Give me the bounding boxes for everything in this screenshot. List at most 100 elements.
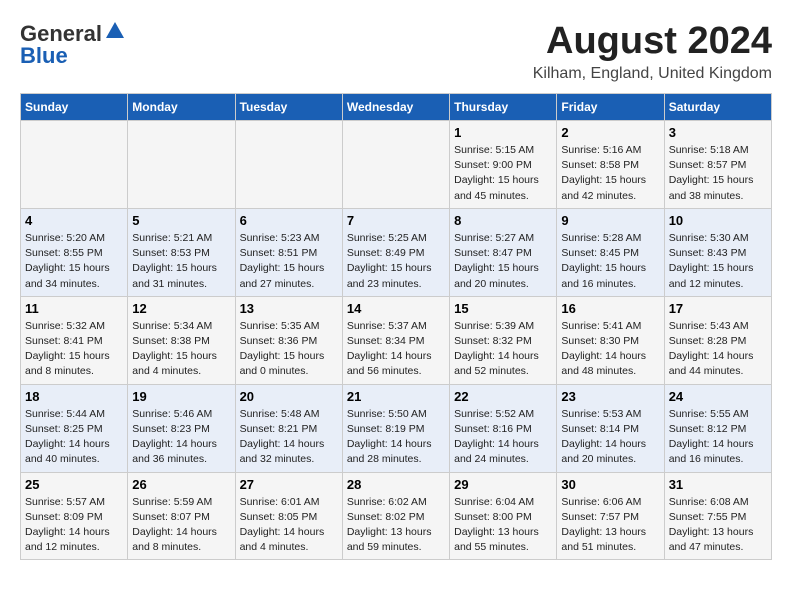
calendar-cell: 19 Sunrise: 5:46 AM Sunset: 8:23 PM Dayli… (128, 384, 235, 472)
day-number: 23 (561, 389, 659, 404)
calendar-cell (128, 121, 235, 209)
day-info: Sunrise: 5:25 AM Sunset: 8:49 PM Dayligh… (347, 231, 445, 292)
day-number: 27 (240, 477, 338, 492)
week-row-1: 1 Sunrise: 5:15 AM Sunset: 9:00 PM Daylig… (21, 121, 772, 209)
day-info: Sunrise: 6:01 AM Sunset: 8:05 PM Dayligh… (240, 495, 338, 556)
calendar-cell: 30Sunrise: 6:06 AM Sunset: 7:57 PM Dayli… (557, 472, 664, 560)
day-info: Sunrise: 5:27 AM Sunset: 8:47 PM Dayligh… (454, 231, 552, 292)
day-number: 11 (25, 301, 123, 316)
day-number: 12 (132, 301, 230, 316)
week-row-3: 11 Sunrise: 5:32 AM Sunset: 8:41 PM Dayli… (21, 296, 772, 384)
calendar-cell: 11 Sunrise: 5:32 AM Sunset: 8:41 PM Dayli… (21, 296, 128, 384)
day-number: 13 (240, 301, 338, 316)
day-number: 9 (561, 213, 659, 228)
day-info: Sunrise: 5:44 AM Sunset: 8:25 PM Dayligh… (25, 407, 123, 468)
day-number: 7 (347, 213, 445, 228)
day-number: 25 (25, 477, 123, 492)
calendar-cell: 23 Sunrise: 5:53 AM Sunset: 8:14 PM Dayli… (557, 384, 664, 472)
day-info: Sunrise: 5:53 AM Sunset: 8:14 PM Dayligh… (561, 407, 659, 468)
logo-blue-text: Blue (20, 43, 68, 69)
week-row-4: 18 Sunrise: 5:44 AM Sunset: 8:25 PM Dayli… (21, 384, 772, 472)
day-number: 17 (669, 301, 767, 316)
day-info: Sunrise: 6:02 AM Sunset: 8:02 PM Dayligh… (347, 495, 445, 556)
calendar-cell: 18 Sunrise: 5:44 AM Sunset: 8:25 PM Dayli… (21, 384, 128, 472)
day-info: Sunrise: 5:15 AM Sunset: 9:00 PM Dayligh… (454, 143, 552, 204)
col-header-saturday: Saturday (664, 94, 771, 121)
day-number: 15 (454, 301, 552, 316)
day-number: 14 (347, 301, 445, 316)
day-number: 18 (25, 389, 123, 404)
day-info: Sunrise: 5:46 AM Sunset: 8:23 PM Dayligh… (132, 407, 230, 468)
day-info: Sunrise: 5:16 AM Sunset: 8:58 PM Dayligh… (561, 143, 659, 204)
calendar-cell: 12 Sunrise: 5:34 AM Sunset: 8:38 PM Dayli… (128, 296, 235, 384)
subtitle: Kilham, England, United Kingdom (533, 65, 772, 83)
calendar-cell: 25 Sunrise: 5:57 AM Sunset: 8:09 PM Dayli… (21, 472, 128, 560)
calendar-cell: 14 Sunrise: 5:37 AM Sunset: 8:34 PM Dayli… (342, 296, 449, 384)
calendar-cell (235, 121, 342, 209)
day-info: Sunrise: 5:32 AM Sunset: 8:41 PM Dayligh… (25, 319, 123, 380)
calendar-cell: 28 Sunrise: 6:02 AM Sunset: 8:02 PM Dayli… (342, 472, 449, 560)
day-info: Sunrise: 5:23 AM Sunset: 8:51 PM Dayligh… (240, 231, 338, 292)
calendar-cell (342, 121, 449, 209)
col-header-monday: Monday (128, 94, 235, 121)
calendar-cell: 26 Sunrise: 5:59 AM Sunset: 8:07 PM Dayli… (128, 472, 235, 560)
week-row-5: 25 Sunrise: 5:57 AM Sunset: 8:09 PM Dayli… (21, 472, 772, 560)
day-info: Sunrise: 5:59 AM Sunset: 8:07 PM Dayligh… (132, 495, 230, 556)
day-number: 10 (669, 213, 767, 228)
calendar-cell: 31Sunrise: 6:08 AM Sunset: 7:55 PM Dayli… (664, 472, 771, 560)
day-info: Sunrise: 5:37 AM Sunset: 8:34 PM Dayligh… (347, 319, 445, 380)
day-info: Sunrise: 5:52 AM Sunset: 8:16 PM Dayligh… (454, 407, 552, 468)
day-number: 29 (454, 477, 552, 492)
col-header-tuesday: Tuesday (235, 94, 342, 121)
calendar-cell: 16Sunrise: 5:41 AM Sunset: 8:30 PM Dayli… (557, 296, 664, 384)
col-header-thursday: Thursday (450, 94, 557, 121)
day-number: 24 (669, 389, 767, 404)
day-number: 19 (132, 389, 230, 404)
day-info: Sunrise: 6:04 AM Sunset: 8:00 PM Dayligh… (454, 495, 552, 556)
calendar-cell: 3 Sunrise: 5:18 AM Sunset: 8:57 PM Daylig… (664, 121, 771, 209)
day-number: 22 (454, 389, 552, 404)
col-header-friday: Friday (557, 94, 664, 121)
calendar-cell: 22 Sunrise: 5:52 AM Sunset: 8:16 PM Dayli… (450, 384, 557, 472)
day-number: 26 (132, 477, 230, 492)
calendar-cell: 17Sunrise: 5:43 AM Sunset: 8:28 PM Dayli… (664, 296, 771, 384)
calendar-cell: 2 Sunrise: 5:16 AM Sunset: 8:58 PM Daylig… (557, 121, 664, 209)
day-info: Sunrise: 5:20 AM Sunset: 8:55 PM Dayligh… (25, 231, 123, 292)
calendar-cell: 27 Sunrise: 6:01 AM Sunset: 8:05 PM Dayli… (235, 472, 342, 560)
day-number: 2 (561, 125, 659, 140)
day-info: Sunrise: 5:30 AM Sunset: 8:43 PM Dayligh… (669, 231, 767, 292)
logo: General Blue (20, 20, 126, 69)
calendar-cell: 13Sunrise: 5:35 AM Sunset: 8:36 PM Dayli… (235, 296, 342, 384)
day-info: Sunrise: 5:55 AM Sunset: 8:12 PM Dayligh… (669, 407, 767, 468)
day-info: Sunrise: 6:06 AM Sunset: 7:57 PM Dayligh… (561, 495, 659, 556)
week-row-2: 4Sunrise: 5:20 AM Sunset: 8:55 PM Daylig… (21, 208, 772, 296)
day-number: 1 (454, 125, 552, 140)
day-number: 6 (240, 213, 338, 228)
day-number: 5 (132, 213, 230, 228)
col-header-sunday: Sunday (21, 94, 128, 121)
day-number: 16 (561, 301, 659, 316)
day-number: 3 (669, 125, 767, 140)
calendar-cell: 5 Sunrise: 5:21 AM Sunset: 8:53 PM Daylig… (128, 208, 235, 296)
day-info: Sunrise: 6:08 AM Sunset: 7:55 PM Dayligh… (669, 495, 767, 556)
day-info: Sunrise: 5:39 AM Sunset: 8:32 PM Dayligh… (454, 319, 552, 380)
calendar-cell: 10 Sunrise: 5:30 AM Sunset: 8:43 PM Dayli… (664, 208, 771, 296)
day-info: Sunrise: 5:57 AM Sunset: 8:09 PM Dayligh… (25, 495, 123, 556)
day-info: Sunrise: 5:18 AM Sunset: 8:57 PM Dayligh… (669, 143, 767, 204)
calendar-cell: 9Sunrise: 5:28 AM Sunset: 8:45 PM Daylig… (557, 208, 664, 296)
day-number: 21 (347, 389, 445, 404)
calendar-cell: 15 Sunrise: 5:39 AM Sunset: 8:32 PM Dayli… (450, 296, 557, 384)
main-title: August 2024 (533, 20, 772, 63)
day-number: 28 (347, 477, 445, 492)
day-info: Sunrise: 5:21 AM Sunset: 8:53 PM Dayligh… (132, 231, 230, 292)
calendar-cell: 4Sunrise: 5:20 AM Sunset: 8:55 PM Daylig… (21, 208, 128, 296)
calendar-cell: 1 Sunrise: 5:15 AM Sunset: 9:00 PM Daylig… (450, 121, 557, 209)
calendar-cell: 29 Sunrise: 6:04 AM Sunset: 8:00 PM Dayli… (450, 472, 557, 560)
logo-triangle-icon (104, 20, 126, 42)
day-info: Sunrise: 5:48 AM Sunset: 8:21 PM Dayligh… (240, 407, 338, 468)
day-number: 8 (454, 213, 552, 228)
title-block: August 2024 Kilham, England, United King… (533, 20, 772, 83)
calendar-cell: 21Sunrise: 5:50 AM Sunset: 8:19 PM Dayli… (342, 384, 449, 472)
day-number: 20 (240, 389, 338, 404)
day-info: Sunrise: 5:34 AM Sunset: 8:38 PM Dayligh… (132, 319, 230, 380)
